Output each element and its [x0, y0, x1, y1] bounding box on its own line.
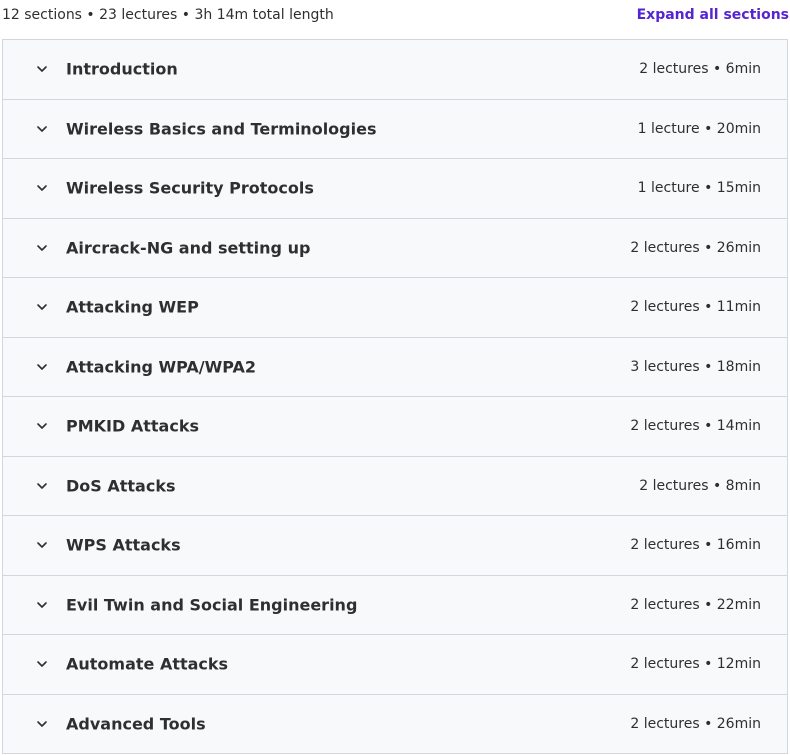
chevron-down-icon	[35, 122, 49, 136]
chevron-down-icon	[35, 62, 49, 76]
chevron-down-icon	[35, 717, 49, 731]
curriculum-summary-text: 12 sections • 23 lectures • 3h 14m total…	[2, 7, 334, 23]
section-title: Wireless Security Protocols	[66, 178, 314, 198]
section-meta: 2 lectures • 22min	[630, 596, 761, 613]
section-row[interactable]: WPS Attacks 2 lectures • 16min	[3, 516, 787, 576]
section-meta: 2 lectures • 6min	[639, 61, 761, 78]
chevron-down-icon	[35, 598, 49, 612]
section-title: Advanced Tools	[66, 714, 206, 734]
section-title: Aircrack-NG and setting up	[66, 238, 311, 258]
section-row[interactable]: Attacking WEP 2 lectures • 11min	[3, 278, 787, 338]
section-meta: 2 lectures • 8min	[639, 477, 761, 494]
section-title: Automate Attacks	[66, 654, 229, 674]
curriculum-section-list: Introduction 2 lectures • 6min Wireless …	[2, 39, 788, 754]
section-meta: 2 lectures • 12min	[630, 656, 761, 673]
section-title: Attacking WPA/WPA2	[66, 357, 257, 377]
section-meta: 1 lecture • 20min	[637, 120, 761, 137]
section-row[interactable]: Automate Attacks 2 lectures • 12min	[3, 635, 787, 695]
chevron-down-icon	[35, 181, 49, 195]
section-row[interactable]: Aircrack-NG and setting up 2 lectures • …	[3, 218, 787, 278]
section-title: Attacking WEP	[66, 297, 199, 317]
section-title: Introduction	[66, 59, 178, 79]
section-meta: 2 lectures • 26min	[630, 715, 761, 732]
section-meta: 2 lectures • 14min	[630, 418, 761, 435]
section-meta: 2 lectures • 16min	[630, 537, 761, 554]
section-meta: 2 lectures • 26min	[630, 239, 761, 256]
section-meta: 2 lectures • 11min	[630, 299, 761, 316]
chevron-down-icon	[35, 241, 49, 255]
section-title: Wireless Basics and Terminologies	[66, 119, 377, 139]
section-row[interactable]: Wireless Basics and Terminologies 1 lect…	[3, 99, 787, 159]
expand-all-sections-button[interactable]: Expand all sections	[637, 7, 789, 23]
section-row[interactable]: DoS Attacks 2 lectures • 8min	[3, 456, 787, 516]
section-row[interactable]: Introduction 2 lectures • 6min	[3, 40, 787, 100]
section-title: WPS Attacks	[66, 535, 181, 555]
section-row[interactable]: Wireless Security Protocols 1 lecture • …	[3, 159, 787, 219]
section-title: PMKID Attacks	[66, 416, 199, 436]
section-meta: 3 lectures • 18min	[630, 358, 761, 375]
chevron-down-icon	[35, 360, 49, 374]
chevron-down-icon	[35, 300, 49, 314]
section-meta: 1 lecture • 15min	[637, 180, 761, 197]
section-row[interactable]: PMKID Attacks 2 lectures • 14min	[3, 397, 787, 457]
chevron-down-icon	[35, 657, 49, 671]
section-title: DoS Attacks	[66, 476, 176, 496]
section-row[interactable]: Evil Twin and Social Engineering 2 lectu…	[3, 575, 787, 635]
chevron-down-icon	[35, 538, 49, 552]
chevron-down-icon	[35, 419, 49, 433]
chevron-down-icon	[35, 479, 49, 493]
section-row[interactable]: Advanced Tools 2 lectures • 26min	[3, 694, 787, 754]
curriculum-summary-bar: 12 sections • 23 lectures • 3h 14m total…	[0, 0, 790, 34]
section-row[interactable]: Attacking WPA/WPA2 3 lectures • 18min	[3, 337, 787, 397]
section-title: Evil Twin and Social Engineering	[66, 595, 358, 615]
